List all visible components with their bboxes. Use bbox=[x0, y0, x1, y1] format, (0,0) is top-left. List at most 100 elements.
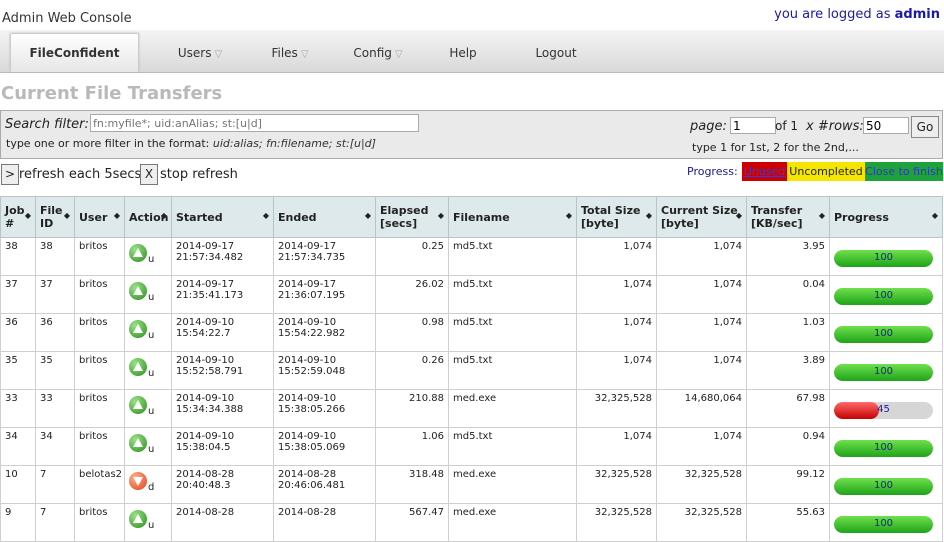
col-header[interactable]: Started ◆ bbox=[171, 196, 274, 238]
progress-bar: 100 bbox=[834, 478, 933, 495]
col-header-label: Job # bbox=[5, 204, 25, 230]
started-cell: 2014-09-17 21:35:41.173 bbox=[171, 275, 274, 314]
filename-cell: md5.txt bbox=[448, 313, 577, 352]
chevron-down-icon: ▽ bbox=[214, 49, 223, 60]
action-cell: d bbox=[124, 465, 172, 504]
current-size-cell: 1,074 bbox=[656, 313, 747, 352]
started-cell: 2014-09-17 21:57:34.482 bbox=[171, 237, 274, 276]
page-title: Current File Transfers bbox=[1, 83, 223, 104]
started-cell: 2014-08-28 20:40:48.3 bbox=[171, 465, 274, 504]
current-size-cell: 32,325,528 bbox=[656, 503, 747, 542]
current-size-cell: 1,074 bbox=[656, 237, 747, 276]
elapsed-cell: 1.06 bbox=[375, 427, 449, 466]
col-header[interactable]: File ID ◆ bbox=[35, 196, 75, 238]
table-row: 37 37 britos u 2014-09-17 21:35:41.173 2014-0… bbox=[0, 275, 943, 314]
col-header[interactable]: Current Size [byte] ◆ bbox=[656, 196, 747, 238]
job-id: 36 bbox=[0, 313, 36, 352]
progress-cell: 100 bbox=[829, 237, 943, 276]
sort-icon: ◆ bbox=[565, 211, 572, 220]
sort-icon: ◆ bbox=[113, 211, 120, 220]
action-cell: u bbox=[124, 237, 172, 276]
logged-user[interactable]: admin bbox=[895, 7, 940, 22]
current-size-cell: 1,074 bbox=[656, 351, 747, 390]
go-button[interactable]: Go bbox=[911, 116, 939, 138]
started-cell: 2014-09-10 15:52:58.791 bbox=[171, 351, 274, 390]
search-hint-format: uid:alias; fn:filename; st:[u|d] bbox=[212, 137, 376, 150]
chevron-down-icon: ▽ bbox=[394, 49, 403, 60]
table-row: 9 7 britos u 2014-08-28 2014-08-28 567.47 med.e… bbox=[0, 503, 943, 542]
upload-icon[interactable] bbox=[129, 434, 147, 452]
nav-files[interactable]: Files ▽ bbox=[250, 30, 330, 72]
filename-cell: md5.txt bbox=[448, 275, 577, 314]
upload-icon[interactable] bbox=[129, 320, 147, 338]
progress-value: 100 bbox=[873, 366, 894, 377]
col-header[interactable]: Ended ◆ bbox=[273, 196, 376, 238]
progress-cell: 100 bbox=[829, 465, 943, 504]
ended-cell: 2014-08-28 bbox=[273, 503, 376, 542]
search-hint: type one or more filter in the format: u… bbox=[6, 137, 376, 150]
nav-help[interactable]: Help bbox=[430, 30, 496, 72]
transfer-rate-cell: 0.04 bbox=[746, 275, 830, 314]
upload-icon[interactable] bbox=[129, 510, 147, 528]
progress-legend-label: Progress: bbox=[687, 165, 738, 178]
table-row: 34 34 britos u 2014-09-10 15:38:04.5 2014-09-… bbox=[0, 427, 943, 466]
action-cell: u bbox=[124, 427, 172, 466]
col-header[interactable]: Elapsed [secs] ◆ bbox=[375, 196, 449, 238]
filename-cell: med.exe bbox=[448, 503, 577, 542]
nav-users-label: Users bbox=[177, 46, 212, 60]
upload-icon[interactable] bbox=[129, 396, 147, 414]
col-header[interactable]: Action ◆ bbox=[124, 196, 172, 238]
current-size-cell: 32,325,528 bbox=[656, 465, 747, 504]
upload-icon[interactable] bbox=[129, 358, 147, 376]
sort-icon: ◆ bbox=[63, 211, 70, 220]
file-id: 36 bbox=[35, 313, 75, 352]
page-number-input[interactable] bbox=[730, 117, 776, 134]
progress-value: 100 bbox=[873, 252, 894, 263]
progress-value: 100 bbox=[873, 290, 894, 301]
main-nav: FileConfident Users ▽ Files ▽ Config ▽ Help… bbox=[0, 30, 944, 73]
progress-value: 100 bbox=[873, 518, 894, 529]
table-row: 38 38 britos u 2014-09-17 21:57:34.482 2014-0… bbox=[0, 237, 943, 276]
action-cell: u bbox=[124, 389, 172, 428]
transfer-rate-cell: 99.12 bbox=[746, 465, 830, 504]
filename-cell: md5.txt bbox=[448, 237, 577, 276]
legend-uncompleted: Uncompleted bbox=[787, 162, 865, 181]
col-header[interactable]: Progress ◆ bbox=[829, 196, 943, 238]
col-header[interactable]: Filename ◆ bbox=[448, 196, 577, 238]
nav-logout[interactable]: Logout bbox=[520, 30, 592, 72]
total-size-cell: 1,074 bbox=[576, 237, 657, 276]
sort-icon: ◆ bbox=[645, 211, 652, 220]
page-label: page: bbox=[690, 119, 727, 134]
transfer-rate-cell: 3.89 bbox=[746, 351, 830, 390]
progress-bar: 100 bbox=[834, 250, 933, 267]
upload-icon[interactable] bbox=[129, 282, 147, 300]
nav-brand-tab[interactable]: FileConfident bbox=[10, 34, 139, 72]
download-icon[interactable] bbox=[129, 472, 147, 490]
action-cell: u bbox=[124, 503, 172, 542]
col-header[interactable]: User ◆ bbox=[74, 196, 125, 238]
app-title: Admin Web Console bbox=[2, 11, 132, 26]
filename-cell: med.exe bbox=[448, 389, 577, 428]
filename-cell: md5.txt bbox=[448, 351, 577, 390]
upload-icon[interactable] bbox=[129, 244, 147, 262]
nav-config[interactable]: Config ▽ bbox=[338, 30, 418, 72]
progress-bar: 100 bbox=[834, 440, 933, 457]
search-panel: Search filter: type one or more filter i… bbox=[0, 110, 943, 159]
ended-cell: 2014-09-10 15:52:59.048 bbox=[273, 351, 376, 390]
nav-users[interactable]: Users ▽ bbox=[160, 30, 240, 72]
nav-config-label: Config bbox=[353, 46, 392, 60]
search-input[interactable] bbox=[90, 114, 419, 132]
col-header[interactable]: Job # ◆ bbox=[0, 196, 36, 238]
rows-per-page-input[interactable] bbox=[863, 117, 909, 134]
progress-cell: 100 bbox=[829, 351, 943, 390]
col-header-label: Total Size [byte] bbox=[581, 204, 641, 230]
transfers-table: Job # ◆ File ID ◆ User ◆ Action ◆ Started ◆ E… bbox=[0, 196, 943, 542]
col-header[interactable]: Transfer [KB/sec] ◆ bbox=[746, 196, 830, 238]
stop-refresh-button[interactable]: X bbox=[140, 164, 158, 185]
ended-cell: 2014-08-28 20:46:06.481 bbox=[273, 465, 376, 504]
refresh-button[interactable]: > bbox=[1, 164, 19, 185]
job-id: 35 bbox=[0, 351, 36, 390]
total-size-cell: 32,325,528 bbox=[576, 503, 657, 542]
col-header[interactable]: Total Size [byte] ◆ bbox=[576, 196, 657, 238]
progress-cell: 100 bbox=[829, 275, 943, 314]
